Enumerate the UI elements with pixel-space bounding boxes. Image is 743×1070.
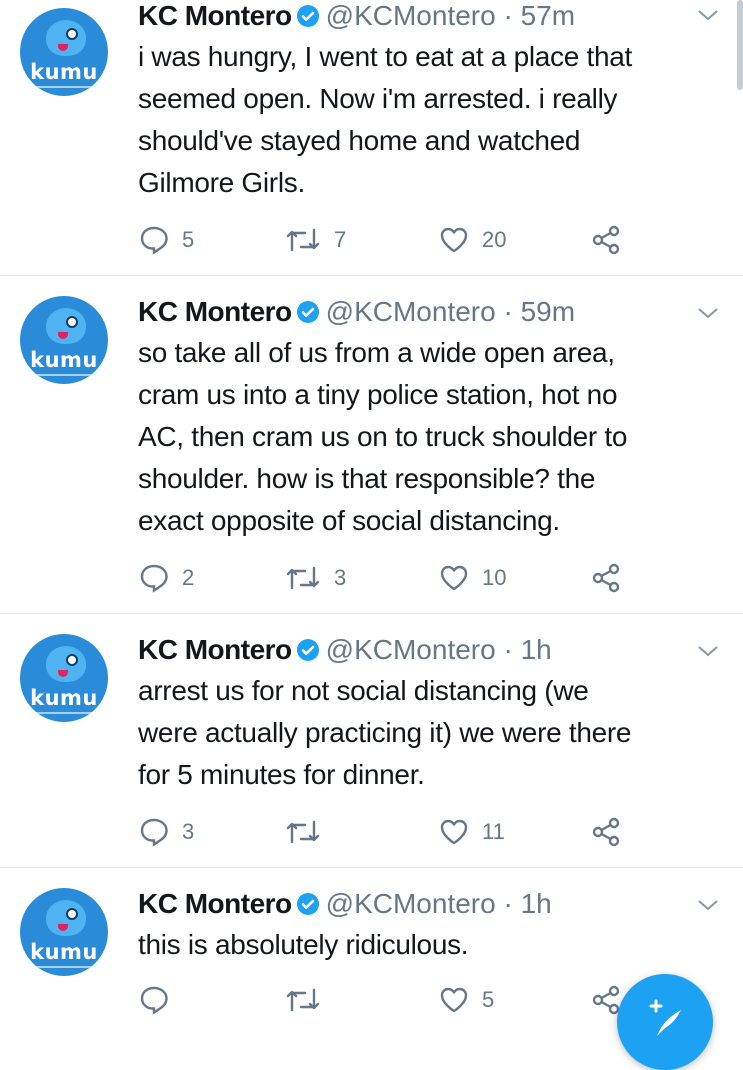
display-name[interactable]: KC Montero xyxy=(138,888,292,919)
chevron-down-icon[interactable] xyxy=(697,644,719,658)
share-icon xyxy=(592,225,620,255)
share-icon xyxy=(592,817,620,847)
handle[interactable]: @KCMontero xyxy=(326,296,496,327)
tweet[interactable]: kumu KC Montero @KCMontero · 59m so take … xyxy=(0,276,743,614)
timestamp: 1h xyxy=(520,888,552,919)
reply-button[interactable]: 2 xyxy=(138,562,194,594)
avatar-label: kumu xyxy=(30,686,98,710)
retweet-button[interactable]: 7 xyxy=(284,224,346,256)
retweet-icon xyxy=(286,988,320,1012)
reply-count: 3 xyxy=(182,819,195,844)
chevron-down-icon[interactable] xyxy=(697,898,719,912)
like-button[interactable]: 11 xyxy=(438,816,505,848)
share-icon xyxy=(592,563,620,593)
avatar[interactable]: kumu xyxy=(20,296,108,384)
retweet-icon xyxy=(286,228,320,252)
mascot-icon xyxy=(46,900,86,936)
like-count: 11 xyxy=(482,819,505,844)
mascot-icon xyxy=(46,20,86,56)
retweet-button[interactable] xyxy=(284,984,334,1016)
tweet[interactable]: kumu KC Montero @KCMontero · 57m i was hu… xyxy=(0,0,743,276)
heart-icon xyxy=(440,565,468,591)
tweet-actions: 2 3 10 xyxy=(138,562,698,594)
avatar[interactable]: kumu xyxy=(20,888,108,976)
like-button[interactable]: 10 xyxy=(438,562,506,594)
avatar-label: kumu xyxy=(30,940,98,964)
verified-badge-icon xyxy=(296,893,319,915)
tweet[interactable]: kumu KC Montero @KCMontero · 1h arrest us… xyxy=(0,614,743,868)
timestamp: 57m xyxy=(520,0,576,31)
handle[interactable]: @KCMontero xyxy=(326,634,496,665)
reply-icon xyxy=(140,818,168,847)
avatar[interactable]: kumu xyxy=(20,634,108,722)
share-button[interactable] xyxy=(590,224,622,256)
like-count: 10 xyxy=(482,565,507,590)
compose-feather-icon xyxy=(649,999,681,1036)
retweet-button[interactable] xyxy=(284,816,334,848)
like-count: 20 xyxy=(482,227,507,252)
scrollbar[interactable] xyxy=(737,0,743,90)
timestamp: 1h xyxy=(520,634,552,665)
display-name[interactable]: KC Montero xyxy=(138,634,292,665)
retweet-count: 3 xyxy=(334,565,347,590)
reply-count: 5 xyxy=(182,227,195,252)
verified-badge-icon xyxy=(296,301,319,323)
tweet-header: KC Montero @KCMontero · 57m xyxy=(138,0,576,31)
tweet-text: i was hungry, I went to eat at a place t… xyxy=(138,41,632,198)
like-button[interactable]: 5 xyxy=(438,984,494,1016)
heart-icon xyxy=(440,987,468,1013)
retweet-count: 7 xyxy=(334,227,347,252)
avatar-label: kumu xyxy=(30,348,98,372)
retweet-icon xyxy=(286,820,320,844)
like-count: 5 xyxy=(482,987,495,1012)
tweet-header: KC Montero @KCMontero · 1h xyxy=(138,888,552,919)
avatar[interactable]: kumu xyxy=(20,8,108,96)
heart-icon xyxy=(440,819,468,845)
display-name[interactable]: KC Montero xyxy=(138,296,292,327)
heart-icon xyxy=(440,227,468,253)
reply-button[interactable]: 3 xyxy=(138,816,194,848)
share-button[interactable] xyxy=(590,816,622,848)
retweet-button[interactable]: 3 xyxy=(284,562,346,594)
avatar-label: kumu xyxy=(30,60,98,84)
display-name[interactable]: KC Montero xyxy=(138,0,292,31)
verified-badge-icon xyxy=(296,5,319,27)
tweet-text: so take all of us from a wide open area,… xyxy=(138,337,628,536)
share-button[interactable] xyxy=(590,562,622,594)
tweet-actions: 5 xyxy=(138,984,698,1016)
compose-tweet-button[interactable] xyxy=(617,974,713,1070)
reply-icon xyxy=(140,226,168,255)
tweet-text: this is absolutely ridiculous. xyxy=(138,929,469,960)
handle[interactable]: @KCMontero xyxy=(326,888,496,919)
mascot-icon xyxy=(46,308,86,344)
like-button[interactable]: 20 xyxy=(438,224,506,256)
tweet-header: KC Montero @KCMontero · 1h xyxy=(138,634,552,665)
reply-button[interactable]: 5 xyxy=(138,224,194,256)
tweet-actions: 3 11 xyxy=(138,816,698,848)
handle[interactable]: @KCMontero xyxy=(326,0,496,31)
verified-badge-icon xyxy=(296,639,319,661)
tweet-header: KC Montero @KCMontero · 59m xyxy=(138,296,576,327)
reply-button[interactable] xyxy=(138,984,182,1016)
tweet-actions: 5 7 20 xyxy=(138,224,698,256)
reply-icon xyxy=(140,564,168,593)
reply-count: 2 xyxy=(182,565,195,590)
chevron-down-icon[interactable] xyxy=(697,8,719,22)
mascot-icon xyxy=(46,646,86,682)
reply-icon xyxy=(140,986,168,1015)
timestamp: 59m xyxy=(520,296,576,327)
tweet-text: arrest us for not social distancing (we … xyxy=(138,675,632,790)
chevron-down-icon[interactable] xyxy=(697,306,719,320)
retweet-icon xyxy=(286,566,320,590)
